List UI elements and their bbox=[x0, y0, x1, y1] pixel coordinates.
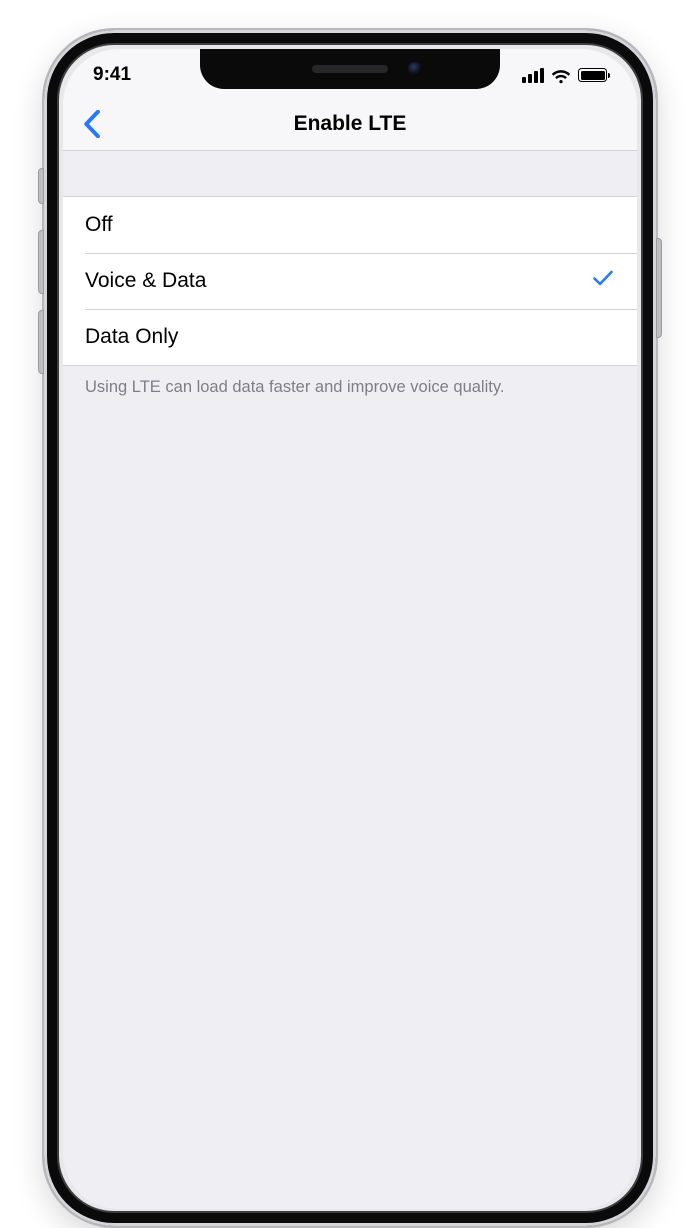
screen: 9:41 bbox=[63, 49, 637, 1209]
page-title: Enable LTE bbox=[294, 112, 407, 136]
volume-up-button bbox=[38, 230, 44, 294]
earpiece-speaker bbox=[312, 65, 388, 73]
checkmark-icon bbox=[593, 269, 613, 293]
cellular-signal-icon bbox=[522, 68, 544, 83]
status-time: 9:41 bbox=[93, 64, 131, 86]
option-data-only[interactable]: Data Only bbox=[63, 309, 637, 365]
status-indicators bbox=[522, 68, 607, 83]
front-camera bbox=[408, 62, 422, 76]
chevron-left-icon bbox=[83, 110, 100, 138]
option-off[interactable]: Off bbox=[63, 197, 637, 253]
navigation-bar: Enable LTE bbox=[63, 97, 637, 151]
notch bbox=[200, 49, 500, 89]
device-frame: 9:41 bbox=[42, 28, 658, 1228]
options-list: Off Voice & Data Data Only bbox=[63, 197, 637, 366]
option-label: Off bbox=[85, 213, 113, 237]
section-header-gap bbox=[63, 151, 637, 197]
content-background bbox=[63, 409, 637, 1209]
volume-down-button bbox=[38, 310, 44, 374]
mute-switch bbox=[38, 168, 44, 204]
option-voice-and-data[interactable]: Voice & Data bbox=[63, 253, 637, 309]
side-button bbox=[656, 238, 662, 338]
option-label: Data Only bbox=[85, 325, 178, 349]
battery-icon bbox=[578, 68, 607, 82]
option-label: Voice & Data bbox=[85, 269, 206, 293]
back-button[interactable] bbox=[67, 97, 115, 150]
section-footer-text: Using LTE can load data faster and impro… bbox=[63, 366, 637, 409]
wifi-icon bbox=[551, 68, 571, 82]
